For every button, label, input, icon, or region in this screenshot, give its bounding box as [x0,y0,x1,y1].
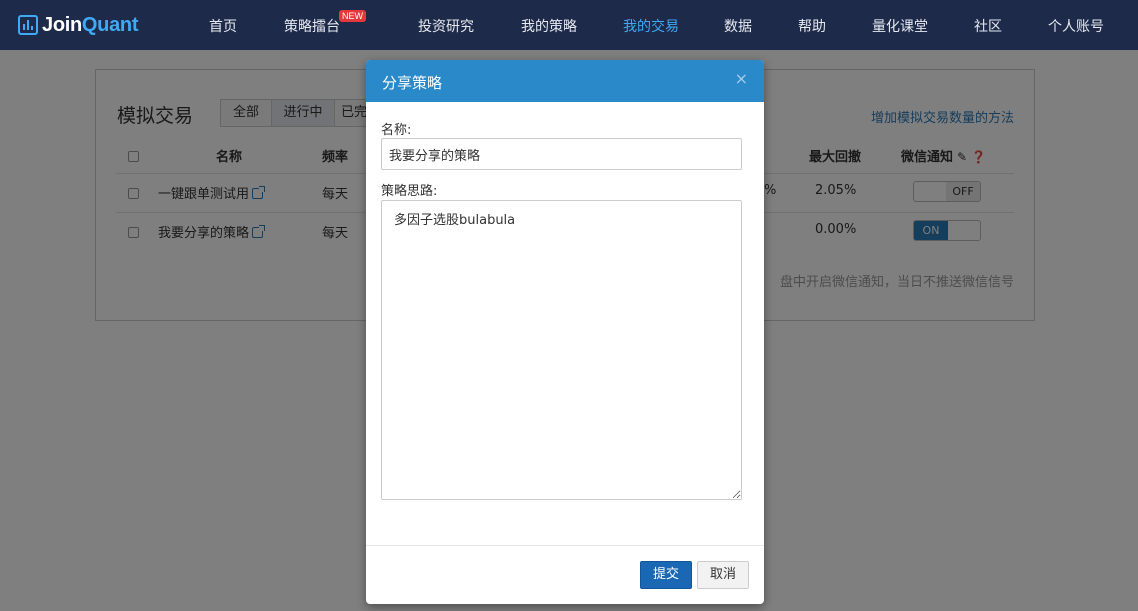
submit-button[interactable]: 提交 [640,561,692,589]
chart-bars-icon [18,15,38,35]
nav-item-quant-class[interactable]: 量化课堂 [872,16,928,36]
brand-name: JoinQuant [42,13,139,36]
idea-label: 策略思路: [381,184,438,199]
new-badge: NEW [339,10,366,22]
share-strategy-dialog: 分享策略 × 名称: 策略思路: 多因子选股bulabula 提交 取消 [366,60,764,604]
nav-item-home[interactable]: 首页 [209,16,237,36]
nav-item-research[interactable]: 投资研究 [418,16,474,36]
nav-item-data[interactable]: 数据 [724,16,752,36]
nav-item-account[interactable]: 个人账号 [1048,16,1104,36]
nav-item-help[interactable]: 帮助 [798,16,826,36]
name-label: 名称: [381,123,412,138]
dialog-header: 分享策略 × [366,60,764,102]
footer-divider [366,545,764,546]
nav-item-my-trading[interactable]: 我的交易 [623,16,679,36]
joinquant-logo[interactable]: JoinQuant [18,12,139,38]
dialog-title: 分享策略 [382,74,443,92]
top-navigation: JoinQuant 首页 策略擂台 NEW 投资研究 我的策略 我的交易 数据 … [0,0,1138,50]
strategy-idea-textarea[interactable]: 多因子选股bulabula [381,200,742,500]
nav-item-community[interactable]: 社区 [974,16,1002,36]
nav-item-my-strategies[interactable]: 我的策略 [521,16,577,36]
strategy-name-input[interactable] [381,138,742,170]
close-icon[interactable]: × [735,70,748,88]
cancel-button[interactable]: 取消 [697,561,749,589]
nav-item-strategy-arena[interactable]: 策略擂台 [284,16,340,36]
